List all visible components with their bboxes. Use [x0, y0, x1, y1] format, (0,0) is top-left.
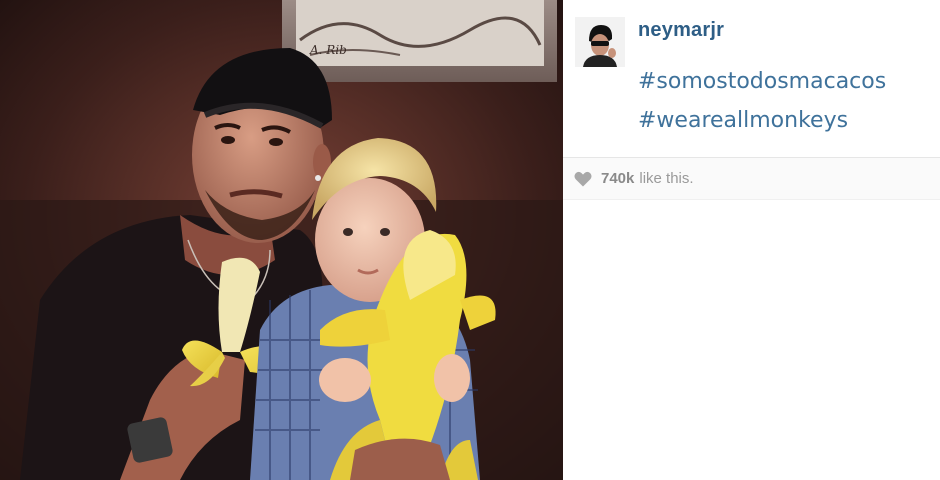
like-text: like this.	[639, 170, 694, 187]
post-photo[interactable]: A. Rib	[0, 0, 563, 480]
caption-area: neymarjr #somostodosmacacos #weareallmon…	[563, 0, 940, 158]
username-link[interactable]: neymarjr	[638, 19, 724, 42]
user-avatar-icon	[575, 17, 625, 67]
likes-bar: 740k like this.	[563, 158, 940, 200]
hashtag-link[interactable]: #somostodosmacacos	[638, 62, 928, 101]
post-side-panel: neymarjr #somostodosmacacos #weareallmon…	[563, 0, 940, 480]
avatar[interactable]	[575, 17, 625, 67]
svg-text:A. Rib: A. Rib	[309, 43, 347, 57]
caption: #somostodosmacacos #weareallmonkeys	[638, 62, 928, 140]
heart-icon[interactable]	[574, 171, 592, 187]
like-count[interactable]: 740k	[601, 170, 634, 187]
hashtag-link[interactable]: #weareallmonkeys	[638, 101, 928, 140]
post-image: A. Rib	[0, 0, 563, 480]
